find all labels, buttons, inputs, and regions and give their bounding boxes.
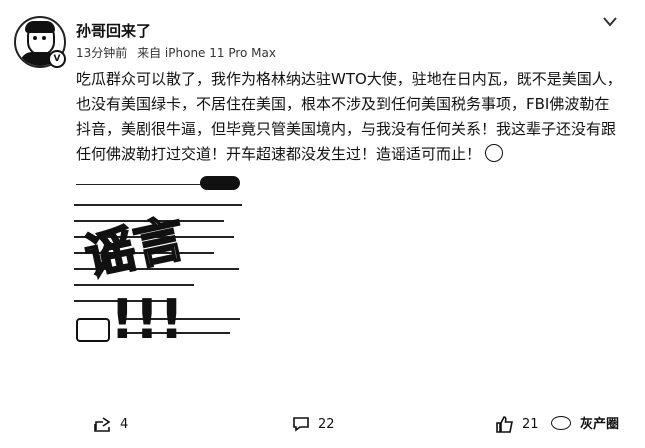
watermark-text: 灰产圈 (579, 417, 619, 432)
avatar-eye-left (33, 36, 37, 40)
avatar-eye-right (42, 36, 46, 40)
share-button[interactable]: 4 (94, 416, 128, 432)
post-text: 吃瓜群众可以散了，我作为格林纳达驻WTO大使，驻地在日内瓦，既不是美国人，也没有… (76, 67, 624, 167)
post-time: 13分钟前 (76, 46, 128, 60)
chevron-down-icon[interactable] (603, 12, 617, 31)
face-emoji-icon (485, 144, 504, 162)
like-count: 21 (522, 417, 539, 432)
comment-button[interactable]: 22 (292, 416, 335, 432)
rumor-stamp: 谣言 (79, 208, 191, 288)
share-icon (94, 416, 112, 432)
share-count: 4 (120, 416, 129, 432)
post-image[interactable]: 谣言 !!! (70, 168, 250, 386)
watermark-logo-icon (551, 416, 572, 430)
like-icon (496, 416, 514, 433)
author-name[interactable]: 孙哥回来了 (76, 20, 151, 41)
comment-icon (292, 416, 310, 432)
like-button[interactable]: 21 (496, 416, 539, 433)
verified-icon: V (48, 50, 66, 68)
post-source: 来自 iPhone 11 Pro Max (137, 46, 276, 60)
exclamation-marks: !!! (110, 288, 184, 351)
comment-count: 22 (318, 416, 335, 432)
action-bar: 4 22 21 (0, 412, 645, 442)
watermark: 灰产圈 (551, 413, 619, 432)
post-body: 吃瓜群众可以散了，我作为格林纳达驻WTO大使，驻地在日内瓦，既不是美国人，也没有… (76, 70, 622, 163)
post-meta: 13分钟前 来自 iPhone 11 Pro Max (76, 44, 282, 61)
